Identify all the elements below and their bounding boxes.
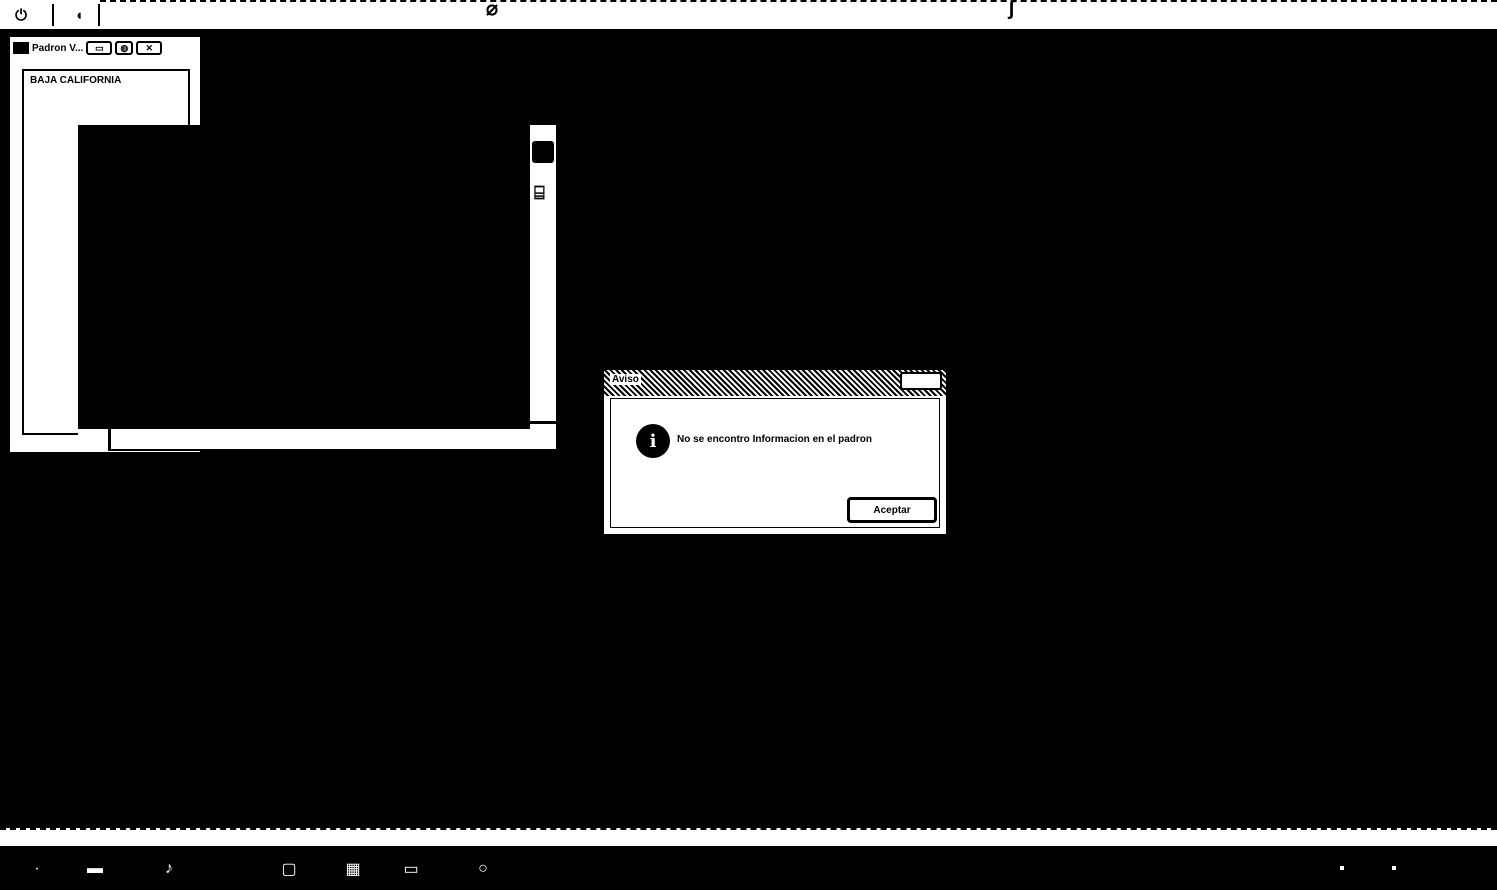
document-icon[interactable]: ⌸ — [534, 183, 545, 204]
top-toolbar: ⏻ ◖ ⌀ ʃ — [0, 0, 1497, 31]
child-window-side-panel: ⌸ — [530, 125, 556, 451]
child-window: ⌸ — [78, 125, 556, 451]
close-button[interactable]: ✕ — [136, 41, 163, 55]
window-icon[interactable]: ▢ — [276, 858, 302, 880]
message-dialog: Aviso i No se encontro Informacion en el… — [604, 370, 946, 534]
child-window-footer — [108, 429, 556, 451]
child-window-content — [78, 125, 530, 429]
settings-icon[interactable] — [532, 141, 554, 163]
list-item[interactable]: BAJA CALIFORNIA — [30, 75, 121, 86]
pen-mark-icon: ʃ — [1008, 0, 1015, 20]
tray-icon[interactable] — [1392, 866, 1396, 870]
minimize-button[interactable]: ▭ — [86, 41, 113, 55]
taskbar: · ▬ ♪ ▢ ▦ ▭ ○ — [0, 846, 1497, 890]
network-icon[interactable]: ▦ — [340, 858, 366, 880]
status-bar — [0, 828, 1497, 846]
restore-button[interactable]: ◍ — [115, 41, 134, 55]
padron-titlebar[interactable]: Padron V... ▭ ◍ ✕ — [10, 37, 200, 59]
search-icon[interactable]: ○ — [470, 858, 496, 880]
dialog-titlebar[interactable]: Aviso — [604, 370, 946, 396]
door-exit-icon[interactable]: ◖ — [66, 4, 92, 26]
dialog-message: No se encontro Informacion en el padron — [677, 434, 873, 445]
window-icon — [13, 42, 29, 54]
window-title: Padron V... — [32, 42, 84, 54]
accept-button[interactable]: Aceptar — [847, 497, 937, 523]
toolbar-separator — [98, 4, 100, 26]
toolbar-divider — [100, 0, 1497, 6]
power-icon[interactable]: ⏻ — [8, 4, 34, 26]
start-icon[interactable]: · — [24, 858, 50, 880]
music-icon[interactable]: ♪ — [156, 858, 182, 880]
toolbar-separator — [52, 4, 54, 26]
tray-icon[interactable] — [1340, 866, 1344, 870]
monitor-icon[interactable]: ▭ — [398, 858, 424, 880]
dialog-close-button[interactable] — [900, 372, 942, 390]
pen-mark-icon: ⌀ — [486, 0, 499, 20]
dialog-title: Aviso — [610, 374, 641, 385]
info-icon: i — [636, 424, 670, 458]
dialog-body: i No se encontro Informacion en el padro… — [610, 398, 940, 528]
divider — [530, 421, 556, 424]
printer-icon[interactable]: ▬ — [82, 858, 108, 880]
